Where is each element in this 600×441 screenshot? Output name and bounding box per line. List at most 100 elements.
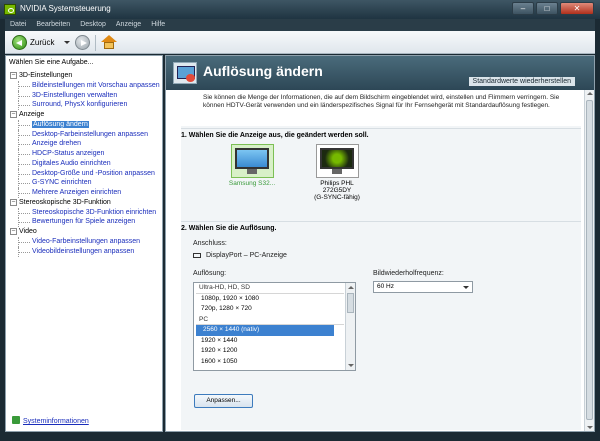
tree-label: 3D-Einstellungen verwalten [32, 91, 118, 99]
tree-label: Video-Farbeinstellungen anpassen [32, 237, 141, 245]
menu-bearbeiten[interactable]: Bearbeiten [31, 19, 75, 31]
tree-item-selected[interactable]: Auflösung ändern [10, 119, 160, 130]
menu-desktop[interactable]: Desktop [75, 19, 111, 31]
tree-label: Stereoskopische 3D-Funktion einrichten [32, 208, 157, 216]
tree-item[interactable]: Bewertungen für Spiele anzeigen [10, 217, 160, 227]
tree-label: Digitales Audio einrichten [32, 159, 111, 167]
display-option-philips[interactable]: Philips PHL 272G5DY (G-SYNC-fähig) [309, 144, 365, 201]
tree-label: Bewertungen für Spiele anzeigen [32, 218, 136, 226]
tree-category[interactable]: – Stereoskopische 3D-Funktion [10, 198, 160, 208]
connection-value: DisplayPort – PC-Anzeige [206, 252, 287, 259]
tree-category[interactable]: –3D-Einstellungen [10, 71, 160, 81]
resolution-option[interactable]: 720p, 1280 × 720 [194, 304, 344, 315]
tree-item[interactable]: Bildeinstellungen mit Vorschau anpassen [10, 80, 160, 91]
minimize-button[interactable]: – [512, 2, 534, 15]
resolution-group-header: PC [196, 315, 344, 325]
restore-defaults-link[interactable]: Standardwerte wiederherstellen [468, 77, 575, 86]
monitor-icon [315, 144, 359, 178]
tree-item[interactable]: Stereoskopische 3D-Funktion einrichten [10, 207, 160, 218]
tree-label: G-SYNC einrichten [32, 179, 92, 187]
tree-item[interactable]: G-SYNC einrichten [10, 178, 160, 188]
back-button-label[interactable]: Zurück [30, 38, 54, 47]
system-info-icon [12, 416, 20, 424]
refresh-rate-label: Bildwiederholfrequenz: [373, 270, 444, 277]
display-option-samsung[interactable]: Samsung S32... [224, 144, 280, 187]
tree-label: Bildeinstellungen mit Vorschau anpassen [32, 81, 160, 89]
task-tree: –3D-Einstellungen Bildeinstellungen mit V… [10, 71, 160, 257]
content-scrollbar[interactable] [584, 90, 594, 431]
window-controls: – □ ✕ [512, 2, 594, 15]
chevron-down-icon [463, 286, 469, 289]
display-name-philips: Philips PHL 272G5DY [320, 180, 354, 194]
resolution-option[interactable]: 1920 × 1200 [194, 346, 344, 357]
resolution-list-scrollbar[interactable] [345, 283, 355, 370]
close-button[interactable]: ✕ [560, 2, 594, 15]
tree-label: Anzeige [19, 111, 45, 118]
task-panel-header: Wählen Sie eine Aufgabe... [9, 59, 94, 66]
scroll-down-icon[interactable] [348, 364, 354, 367]
customize-button[interactable]: Anpassen... [194, 394, 253, 408]
nvidia-logo-icon [4, 4, 16, 15]
display-settings-icon [173, 62, 197, 84]
collapse-icon[interactable]: – [10, 72, 17, 79]
window-title: NVIDIA Systemsteuerung [20, 4, 111, 13]
tree-item[interactable]: Video-Farbeinstellungen anpassen [10, 236, 160, 247]
scroll-thumb[interactable] [586, 100, 593, 420]
connection-label: Anschluss: [193, 240, 227, 247]
tree-item[interactable]: Mehrere Anzeigen einrichten [10, 188, 160, 198]
resolution-option[interactable]: 1600 × 1050 [194, 357, 344, 368]
section-select-display: 1. Wählen Sie die Anzeige aus, die geänd… [181, 128, 581, 139]
toolbar-separator [95, 35, 96, 51]
title-bar: NVIDIA Systemsteuerung – □ ✕ [0, 0, 600, 19]
home-icon[interactable] [101, 35, 117, 50]
menu-anzeige[interactable]: Anzeige [111, 19, 146, 31]
tree-category[interactable]: – Anzeige [10, 110, 160, 120]
resolution-option[interactable]: 1920 × 1440 [194, 336, 344, 347]
tree-item[interactable]: HDCP-Status anzeigen [10, 149, 160, 159]
tree-item[interactable]: Desktop-Größe und -Position anpassen [10, 168, 160, 179]
system-information-link[interactable]: Systeminformationen [12, 416, 89, 425]
collapse-icon[interactable]: – [10, 228, 17, 235]
displayport-icon [193, 253, 201, 258]
tree-label: Mehrere Anzeigen einrichten [32, 189, 122, 196]
display-gsync-note: (G-SYNC-fähig) [314, 194, 360, 201]
resolution-label: Auflösung: [193, 270, 227, 277]
resolution-group-header: Ultra-HD, HD, SD [196, 283, 344, 294]
system-information-label[interactable]: Systeminformationen [23, 418, 89, 425]
scroll-down-icon[interactable] [587, 426, 593, 429]
task-panel: Wählen Sie eine Aufgabe... –3D-Einstellu… [5, 55, 163, 432]
display-label-samsung: Samsung S32... [228, 180, 276, 187]
tree-item[interactable]: Videobildeinstellungen anpassen [10, 246, 160, 257]
tree-label: Auflösung ändern [32, 120, 89, 128]
scroll-up-icon[interactable] [587, 92, 593, 95]
tree-label: 3D-Einstellungen [19, 72, 73, 79]
tree-item[interactable]: 3D-Einstellungen verwalten [10, 90, 160, 101]
content-panel: Auflösung ändern Standardwerte wiederher… [165, 55, 595, 432]
menu-bar: Datei Bearbeiten Desktop Anzeige Hilfe [5, 19, 595, 31]
forward-arrow-icon[interactable] [75, 35, 90, 50]
refresh-rate-select[interactable]: 60 Hz [373, 281, 473, 293]
resolution-option[interactable]: 1080p, 1920 × 1080 [194, 294, 344, 305]
menu-datei[interactable]: Datei [5, 19, 31, 31]
maximize-button[interactable]: □ [536, 2, 558, 15]
menu-hilfe[interactable]: Hilfe [146, 19, 170, 31]
page-header: Auflösung ändern Standardwerte wiederher… [166, 56, 594, 90]
tree-item[interactable]: Digitales Audio einrichten [10, 158, 160, 169]
tree-label: HDCP-Status anzeigen [32, 150, 105, 157]
page-description: Sie können die Menge der Informationen, … [203, 94, 560, 109]
resolution-list[interactable]: Ultra-HD, HD, SD 1080p, 1920 × 1080 720p, … [193, 282, 356, 371]
collapse-icon[interactable]: – [10, 111, 17, 118]
scroll-thumb[interactable] [347, 293, 354, 313]
resolution-option[interactable]: 2560 × 1440 (nativ) [196, 325, 334, 336]
tree-item[interactable]: Surround, PhysX konfigurieren [10, 100, 160, 110]
history-dropdown-icon[interactable] [64, 41, 70, 44]
tree-item[interactable]: Anzeige drehen [10, 139, 160, 149]
scroll-up-icon[interactable] [348, 286, 354, 289]
monitor-icon [230, 144, 274, 178]
tree-label: Desktop-Farbeinstellungen anpassen [32, 130, 148, 138]
tree-item[interactable]: Desktop-Farbeinstellungen anpassen [10, 129, 160, 140]
tree-category[interactable]: – Video [10, 227, 160, 237]
tree-label: Anzeige drehen [32, 140, 82, 148]
collapse-icon[interactable]: – [10, 198, 17, 206]
back-arrow-icon[interactable] [12, 35, 27, 50]
